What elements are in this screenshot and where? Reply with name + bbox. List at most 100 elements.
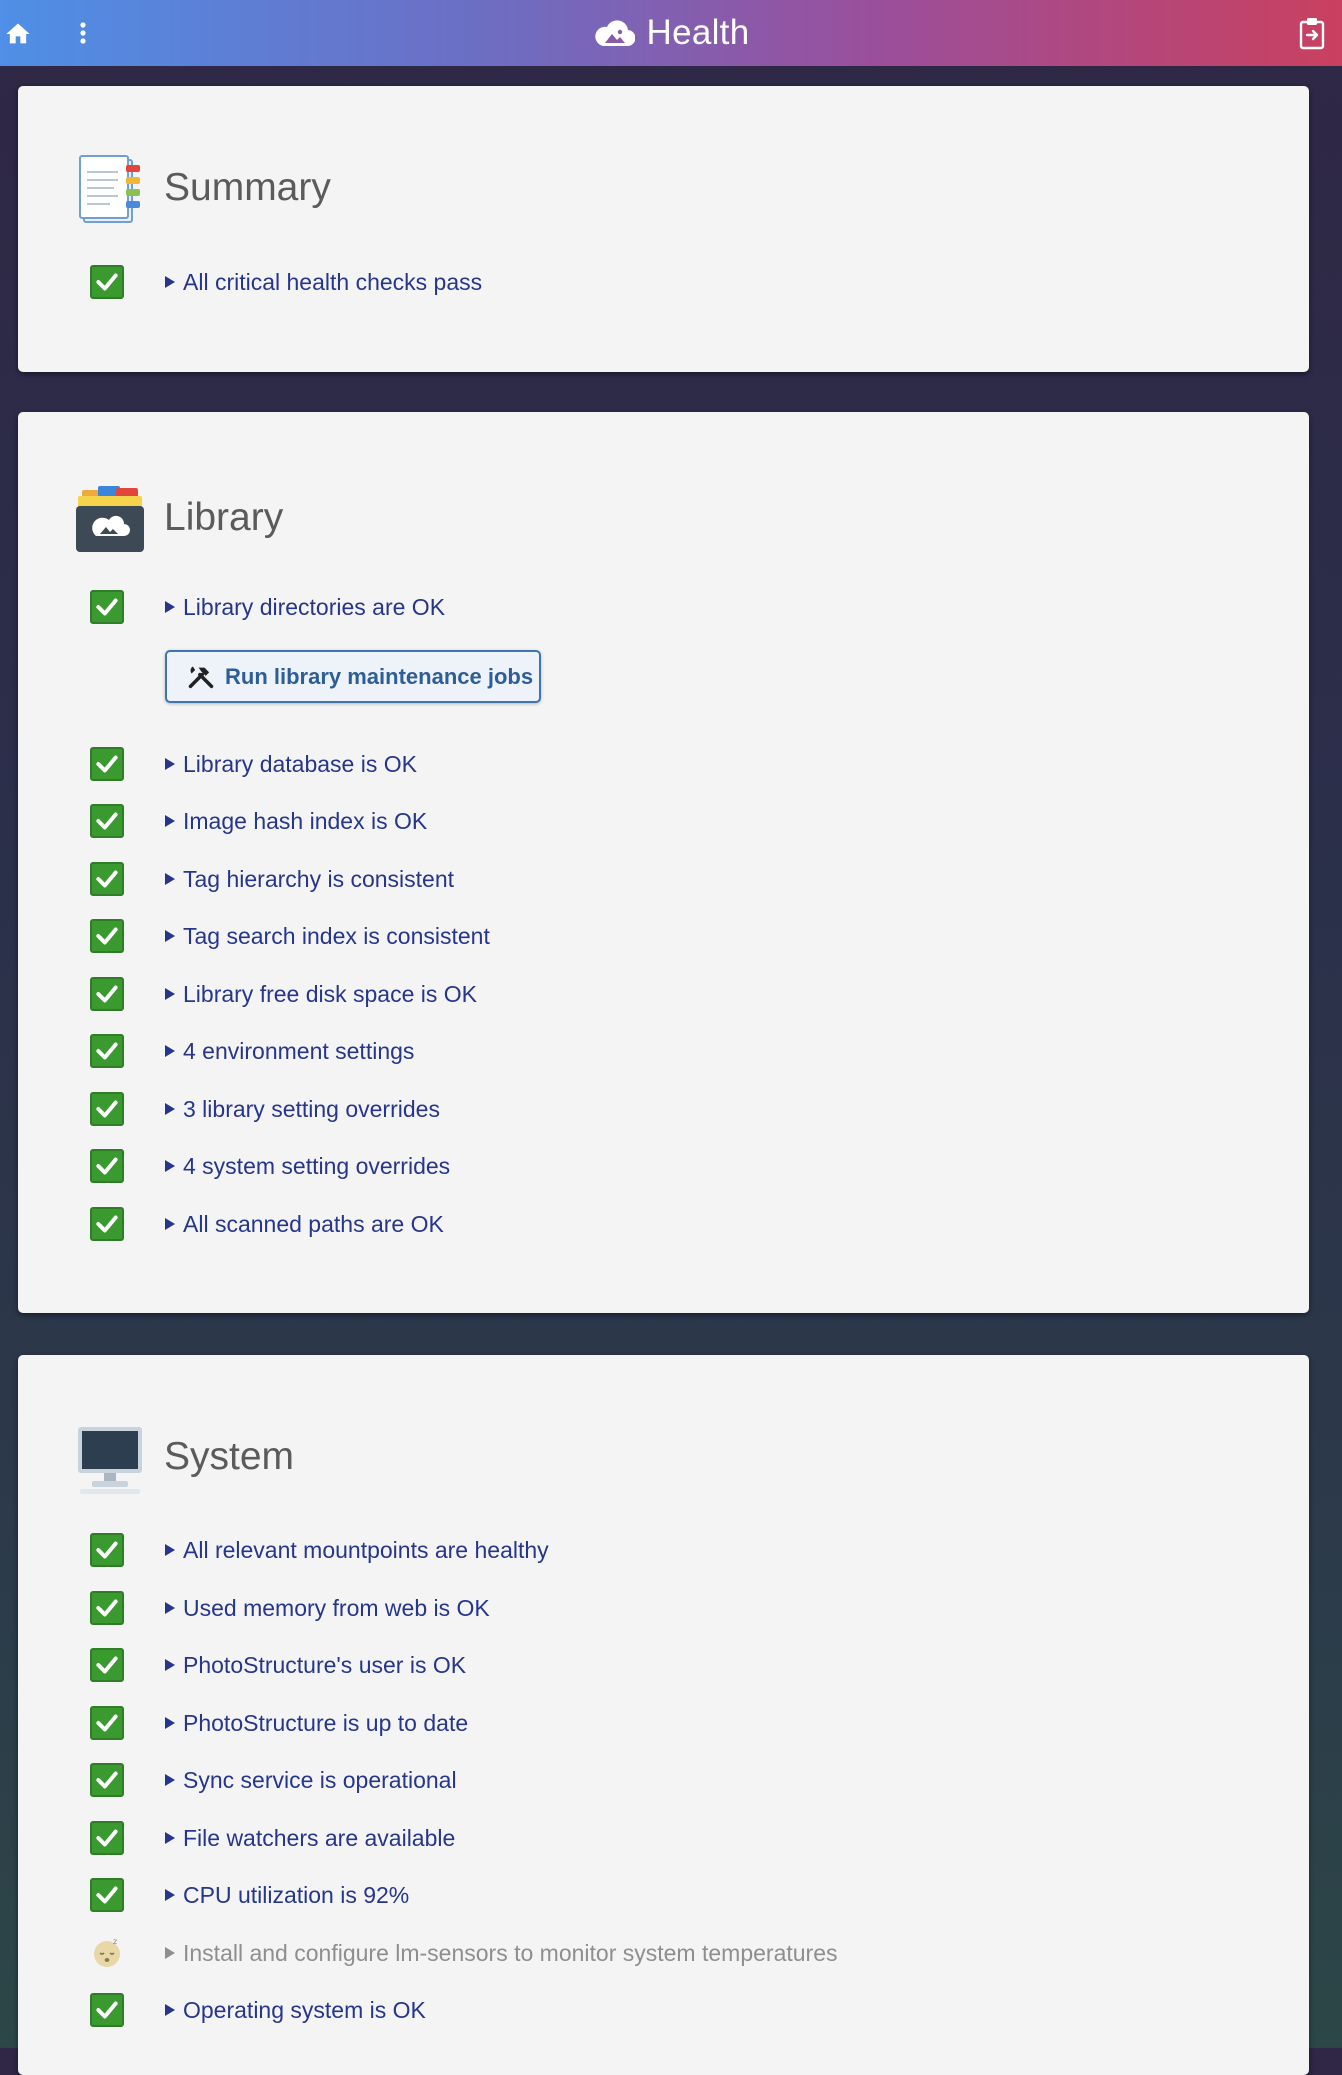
library-check-row[interactable]: 4 system setting overrides [90, 1148, 450, 1184]
check-icon [90, 977, 124, 1011]
notebook-icon [79, 155, 140, 223]
check-icon [90, 1878, 124, 1912]
expand-triangle-icon[interactable] [164, 1716, 176, 1730]
check-icon [90, 1993, 124, 2027]
library-item-label[interactable]: 3 library setting overrides [183, 1096, 440, 1123]
system-item-label[interactable]: All relevant mountpoints are healthy [183, 1537, 549, 1564]
library-check-row[interactable]: 3 library setting overrides [90, 1091, 440, 1127]
library-item-label[interactable]: All scanned paths are OK [183, 1211, 444, 1238]
library-item-label[interactable]: Library free disk space is OK [183, 981, 477, 1008]
library-item-label[interactable]: Image hash index is OK [183, 808, 427, 835]
check-icon [90, 1821, 124, 1855]
library-check-row[interactable]: Tag search index is consistent [90, 918, 490, 954]
check-icon [90, 1149, 124, 1183]
expand-triangle-icon[interactable] [164, 1543, 176, 1557]
system-check-row[interactable]: All relevant mountpoints are healthy [90, 1532, 549, 1568]
sleepy-face-icon: z [94, 1937, 120, 1967]
system-item-label[interactable]: Used memory from web is OK [183, 1595, 490, 1622]
check-icon [90, 590, 124, 624]
clipboard-logout-icon[interactable] [1296, 16, 1328, 50]
top-bar: Health [0, 0, 1342, 66]
system-check-row[interactable]: PhotoStructure is up to date [90, 1705, 468, 1741]
check-icon [90, 1763, 124, 1797]
system-check-row[interactable]: Used memory from web is OK [90, 1590, 490, 1626]
page-title: Health [646, 13, 750, 52]
expand-triangle-icon[interactable] [164, 1831, 176, 1845]
expand-triangle-icon[interactable] [164, 1217, 176, 1231]
expand-triangle-icon[interactable] [164, 872, 176, 886]
system-item-label[interactable]: CPU utilization is 92% [183, 1882, 409, 1909]
check-icon [90, 919, 124, 953]
library-check-row[interactable]: Library database is OK [90, 746, 417, 782]
check-icon [90, 1706, 124, 1740]
library-item-label[interactable]: 4 environment settings [183, 1038, 414, 1065]
check-icon [90, 1034, 124, 1068]
page-title-group: Health [0, 0, 1342, 66]
expand-triangle-icon[interactable] [164, 814, 176, 828]
run-maintenance-label: Run library maintenance jobs [225, 663, 534, 689]
check-icon [90, 1092, 124, 1126]
library-item-label[interactable]: 4 system setting overrides [183, 1153, 450, 1180]
system-item-label[interactable]: PhotoStructure is up to date [183, 1710, 468, 1737]
expand-triangle-icon[interactable] [164, 1601, 176, 1615]
check-icon [90, 862, 124, 896]
summary-header: Summary [70, 148, 331, 228]
summary-check-row[interactable]: All critical health checks pass [90, 264, 482, 300]
system-check-row[interactable]: File watchers are available [90, 1820, 455, 1856]
check-icon [90, 804, 124, 838]
system-check-row[interactable]: Operating system is OK [90, 1992, 426, 2028]
expand-triangle-icon[interactable] [164, 1658, 176, 1672]
check-icon [90, 1533, 124, 1567]
library-title: Library [164, 496, 284, 539]
library-item-label[interactable]: Tag hierarchy is consistent [183, 866, 454, 893]
library-item-label[interactable]: Library directories are OK [183, 594, 445, 621]
desktop-computer-icon [78, 1427, 142, 1494]
expand-triangle-icon[interactable] [164, 1888, 176, 1902]
check-icon [90, 1591, 124, 1625]
system-item-label[interactable]: PhotoStructure's user is OK [183, 1652, 466, 1679]
expand-triangle-icon[interactable] [164, 1044, 176, 1058]
system-check-row[interactable]: CPU utilization is 92% [90, 1877, 409, 1913]
system-item-label[interactable]: Sync service is operational [183, 1767, 457, 1794]
system-check-row[interactable]: PhotoStructure's user is OK [90, 1647, 466, 1683]
system-info-row[interactable]: z Install and configure lm-sensors to mo… [90, 1935, 838, 1971]
library-box-icon [76, 486, 144, 552]
check-icon [90, 265, 124, 299]
library-header: Library [70, 478, 283, 558]
check-icon [90, 1648, 124, 1682]
system-check-row[interactable]: Sync service is operational [90, 1762, 457, 1798]
library-check-row[interactable]: All scanned paths are OK [90, 1206, 444, 1242]
library-check-row[interactable]: Tag hierarchy is consistent [90, 861, 454, 897]
hammer-wrench-icon [188, 666, 214, 688]
library-check-row[interactable]: 4 environment settings [90, 1033, 414, 1069]
system-item-label[interactable]: Install and configure lm-sensors to moni… [183, 1940, 838, 1967]
run-maintenance-button[interactable]: Run library maintenance jobs [165, 650, 541, 703]
cloud-photo-icon [594, 20, 635, 47]
check-icon [90, 747, 124, 781]
check-icon [90, 1207, 124, 1241]
expand-triangle-icon[interactable] [164, 987, 176, 1001]
expand-triangle-icon[interactable] [164, 1102, 176, 1116]
expand-triangle-icon[interactable] [164, 275, 176, 289]
system-header: System [70, 1417, 294, 1497]
expand-triangle-icon[interactable] [164, 2003, 176, 2017]
summary-title: Summary [164, 166, 331, 209]
expand-triangle-icon[interactable] [164, 600, 176, 614]
expand-triangle-icon[interactable] [164, 757, 176, 771]
system-title: System [164, 1435, 295, 1478]
library-check-row[interactable]: Image hash index is OK [90, 803, 427, 839]
expand-triangle-icon[interactable] [164, 1946, 176, 1960]
system-item-label[interactable]: File watchers are available [183, 1825, 455, 1852]
library-check-row[interactable]: Library free disk space is OK [90, 976, 477, 1012]
summary-card: Summary All critical health checks pass [18, 86, 1309, 372]
expand-triangle-icon[interactable] [164, 1159, 176, 1173]
library-check-row[interactable]: Library directories are OK [90, 589, 445, 625]
library-item-label[interactable]: Tag search index is consistent [183, 923, 490, 950]
library-card: Library Library directories are OK Run l… [18, 412, 1309, 1313]
system-item-label[interactable]: Operating system is OK [183, 1997, 426, 2024]
summary-item-label[interactable]: All critical health checks pass [183, 269, 482, 296]
expand-triangle-icon[interactable] [164, 929, 176, 943]
svg-text:z: z [113, 1937, 117, 1946]
library-item-label[interactable]: Library database is OK [183, 751, 417, 778]
expand-triangle-icon[interactable] [164, 1773, 176, 1787]
